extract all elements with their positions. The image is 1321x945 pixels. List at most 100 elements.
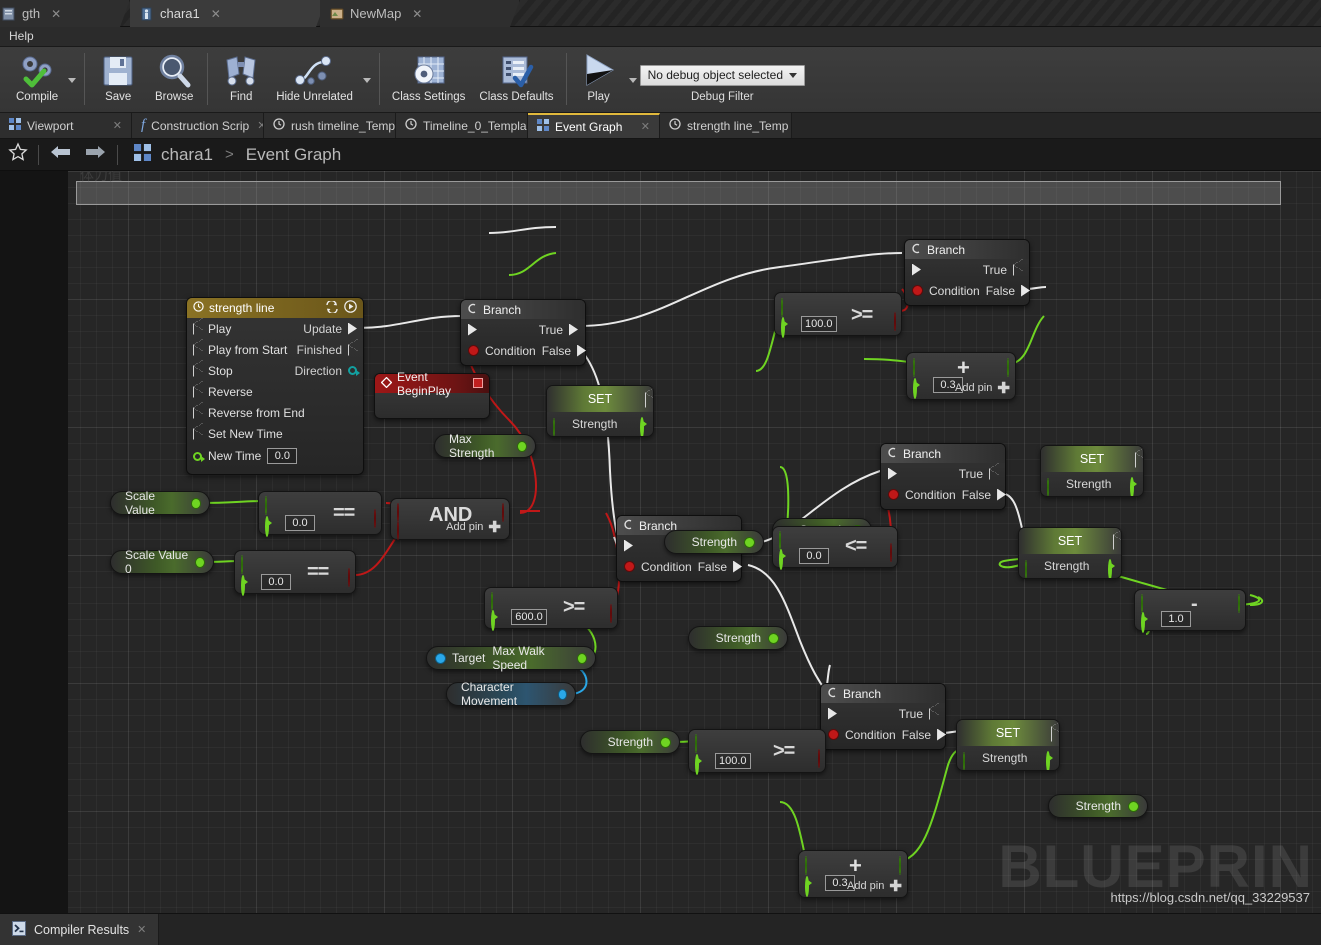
compare-value[interactable]: 0.0 xyxy=(285,515,315,531)
output-pin[interactable] xyxy=(557,688,567,700)
compare-value[interactable]: 600.0 xyxy=(511,609,547,625)
hide-unrelated-dropdown[interactable] xyxy=(360,47,374,113)
node-branch-2[interactable]: Branch True Condition False xyxy=(904,239,1030,306)
debug-object-select[interactable]: No debug object selected xyxy=(639,65,805,86)
input-pin-a[interactable] xyxy=(241,555,243,574)
exec-in-pin[interactable] xyxy=(888,468,897,480)
timeline-row-reverse[interactable]: Reverse xyxy=(187,380,363,402)
input-pin-a[interactable] xyxy=(397,503,399,522)
doc-tab-newmap[interactable]: NewMap ✕ xyxy=(320,0,520,27)
input-pin-condition[interactable] xyxy=(828,729,839,740)
close-icon[interactable]: ✕ xyxy=(211,7,221,21)
output-pin[interactable] xyxy=(348,568,350,587)
exec-in-pin[interactable] xyxy=(912,264,921,276)
close-icon[interactable]: ✕ xyxy=(137,923,146,936)
branch-row-false[interactable]: Condition False xyxy=(617,556,741,577)
output-pin-strength[interactable] xyxy=(640,417,644,436)
input-pin-b[interactable] xyxy=(1141,612,1145,633)
input-pin-a[interactable] xyxy=(805,856,807,875)
compare-value[interactable]: 100.0 xyxy=(801,316,837,332)
exec-out-pin-finished[interactable] xyxy=(348,338,358,356)
exec-out-pin[interactable] xyxy=(1135,452,1136,468)
variable-strength[interactable]: Strength xyxy=(1048,794,1148,818)
add-pin-button[interactable]: Add pin ✚ xyxy=(446,518,501,536)
loop-icon[interactable] xyxy=(325,299,339,316)
tab-event-graph[interactable]: Event Graph ✕ xyxy=(528,113,660,138)
exec-in-pin[interactable] xyxy=(193,401,203,419)
input-pin-condition[interactable] xyxy=(468,345,479,356)
input-pin-b[interactable] xyxy=(779,549,783,570)
node-set-strength-2[interactable]: SET Strength xyxy=(1040,445,1144,497)
tab-timeline-0[interactable]: Timeline_0_Templa ✕ xyxy=(396,113,528,138)
save-button[interactable]: Save xyxy=(90,47,146,113)
variable-strength[interactable]: Strength xyxy=(664,530,764,554)
compare-value[interactable]: 0.0 xyxy=(261,574,291,590)
add-pin-button[interactable]: Add pin ✚ xyxy=(847,877,902,895)
find-button[interactable]: Find xyxy=(213,47,269,113)
tab-strength-line[interactable]: strength line_Temp ✕ xyxy=(660,113,792,138)
output-pin[interactable] xyxy=(890,543,892,562)
input-pin-a[interactable] xyxy=(1141,594,1143,613)
tab-compiler-results[interactable]: Compiler Results ✕ xyxy=(0,914,160,945)
exec-in-pin[interactable] xyxy=(624,540,633,552)
browse-button[interactable]: Browse xyxy=(146,47,202,113)
input-pin-a[interactable] xyxy=(491,592,493,611)
timeline-row-reverse-from-end[interactable]: Reverse from End xyxy=(187,401,363,423)
node-set-strength-3[interactable]: SET Strength xyxy=(1018,527,1122,579)
node-get-max-walk-speed[interactable]: Target Max Walk Speed xyxy=(426,644,596,672)
node-add-2[interactable]: 0.3 + Add pin ✚ xyxy=(798,850,908,898)
output-pin[interactable] xyxy=(899,856,901,875)
variable-scale-value[interactable]: Scale Value xyxy=(110,489,210,517)
output-pin[interactable] xyxy=(502,503,504,522)
play-button[interactable]: Play xyxy=(572,47,626,113)
node-set-strength-1[interactable]: SET Strength xyxy=(546,385,654,437)
exec-out-pin[interactable] xyxy=(1113,534,1114,550)
node-equals-2[interactable]: 0.0 == xyxy=(234,550,356,596)
node-greater-equal-1[interactable]: 100.0 >= xyxy=(774,292,902,338)
tab-rush-timeline[interactable]: rush timeline_Temp ✕ xyxy=(264,113,396,138)
input-pin-target[interactable] xyxy=(435,652,446,664)
variable-max-strength[interactable]: Max Strength xyxy=(434,432,536,460)
output-pin[interactable] xyxy=(894,312,896,331)
exec-out-pin-update[interactable] xyxy=(348,323,357,335)
branch-row-true[interactable]: True xyxy=(461,319,585,340)
exec-in-pin[interactable] xyxy=(193,380,203,398)
doc-tab-chara1[interactable]: chara1 ✕ xyxy=(130,0,326,27)
compile-dropdown[interactable] xyxy=(65,47,79,113)
exec-in-pin[interactable] xyxy=(193,359,203,377)
compare-value[interactable]: 100.0 xyxy=(715,753,751,769)
tab-construction-script[interactable]: f Construction Scrip ✕ xyxy=(132,113,264,138)
output-pin[interactable] xyxy=(1238,594,1240,613)
output-pin[interactable] xyxy=(374,509,376,528)
tab-viewport[interactable]: Viewport ✕ xyxy=(0,113,132,138)
close-icon[interactable]: ✕ xyxy=(412,7,422,21)
breadcrumb-graph[interactable]: Event Graph xyxy=(246,145,341,165)
node-set-strength-4[interactable]: SET Strength xyxy=(956,719,1060,771)
input-pin-a[interactable] xyxy=(781,298,783,317)
exec-out-pin-true[interactable] xyxy=(989,462,999,480)
output-pin[interactable] xyxy=(768,632,779,644)
input-pin-b[interactable] xyxy=(913,378,917,399)
menu-item-help[interactable]: Help xyxy=(0,27,43,46)
close-icon[interactable]: ✕ xyxy=(257,119,263,132)
input-pin-condition[interactable] xyxy=(888,489,899,500)
input-pin-b[interactable] xyxy=(695,754,699,775)
play-dropdown[interactable] xyxy=(626,47,640,113)
node-event-begin-play[interactable]: Event BeginPlay xyxy=(374,370,490,419)
input-pin-b[interactable] xyxy=(241,575,245,596)
output-pin[interactable] xyxy=(1007,358,1009,377)
input-pin-strength[interactable] xyxy=(1025,560,1027,578)
branch-row-true[interactable]: True xyxy=(905,258,1029,280)
exec-out-pin-false[interactable] xyxy=(997,489,1006,501)
timeline-row-play[interactable]: Play Update xyxy=(187,317,363,339)
output-pin-strength[interactable] xyxy=(1108,559,1112,578)
input-pin-condition[interactable] xyxy=(912,285,923,296)
node-branch-1[interactable]: Branch True Condition False xyxy=(460,299,586,366)
output-pin[interactable] xyxy=(1128,800,1139,812)
input-pin-a[interactable] xyxy=(695,734,697,753)
forward-arrow-icon[interactable] xyxy=(83,143,107,166)
timeline-row-play-from-start[interactable]: Play from Start Finished xyxy=(187,338,363,360)
compile-button[interactable]: Compile xyxy=(9,47,65,113)
input-pin-strength[interactable] xyxy=(1047,478,1049,496)
timeline-row-new-time[interactable]: New Time 0.0 xyxy=(187,444,363,468)
